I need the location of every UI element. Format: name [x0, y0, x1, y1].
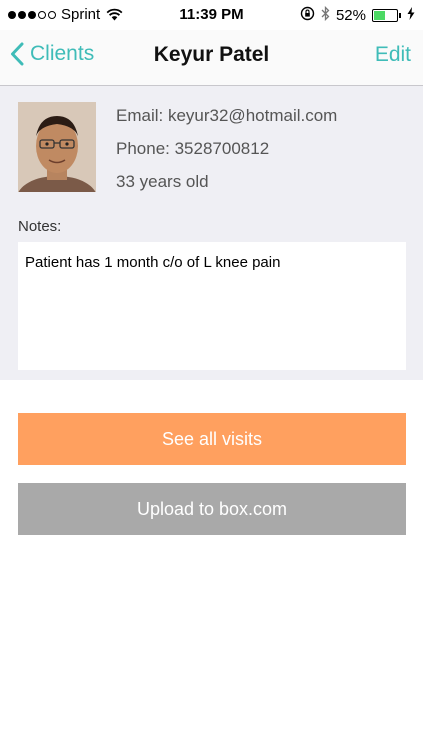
client-email[interactable]: Email: keyur32@hotmail.com: [116, 105, 337, 138]
client-avatar: [18, 102, 96, 192]
upload-to-box-button[interactable]: Upload to box.com: [18, 483, 406, 535]
client-info: Email: keyur32@hotmail.com Phone: 352870…: [116, 105, 337, 204]
battery-cap: [399, 13, 401, 18]
notes-label: Notes:: [18, 218, 62, 235]
bluetooth-icon: [321, 5, 330, 25]
status-right: 52%: [300, 5, 415, 25]
back-button-label: Clients: [30, 42, 95, 65]
charging-bolt-icon: [407, 7, 415, 24]
battery-body: [372, 9, 398, 22]
back-to-clients-button[interactable]: Clients: [10, 42, 94, 66]
battery-percent: 52%: [335, 7, 366, 24]
status-bar: Sprint 11:39 PM 52%: [0, 0, 423, 30]
client-phone[interactable]: Phone: 3528700812: [116, 138, 337, 171]
chevron-left-icon: [10, 42, 24, 66]
see-all-visits-button[interactable]: See all visits: [18, 413, 406, 465]
rotation-lock-icon: [300, 6, 315, 25]
notes-field[interactable]: Patient has 1 month c/o of L knee pain: [18, 242, 406, 370]
navigation-bar: Clients Keyur Patel Edit: [0, 30, 423, 86]
battery-level-fill: [374, 11, 386, 20]
edit-button[interactable]: Edit: [375, 43, 411, 67]
client-age: 33 years old: [116, 172, 209, 191]
client-profile-panel: Email: keyur32@hotmail.com Phone: 352870…: [0, 86, 423, 380]
battery-icon: [372, 9, 401, 22]
